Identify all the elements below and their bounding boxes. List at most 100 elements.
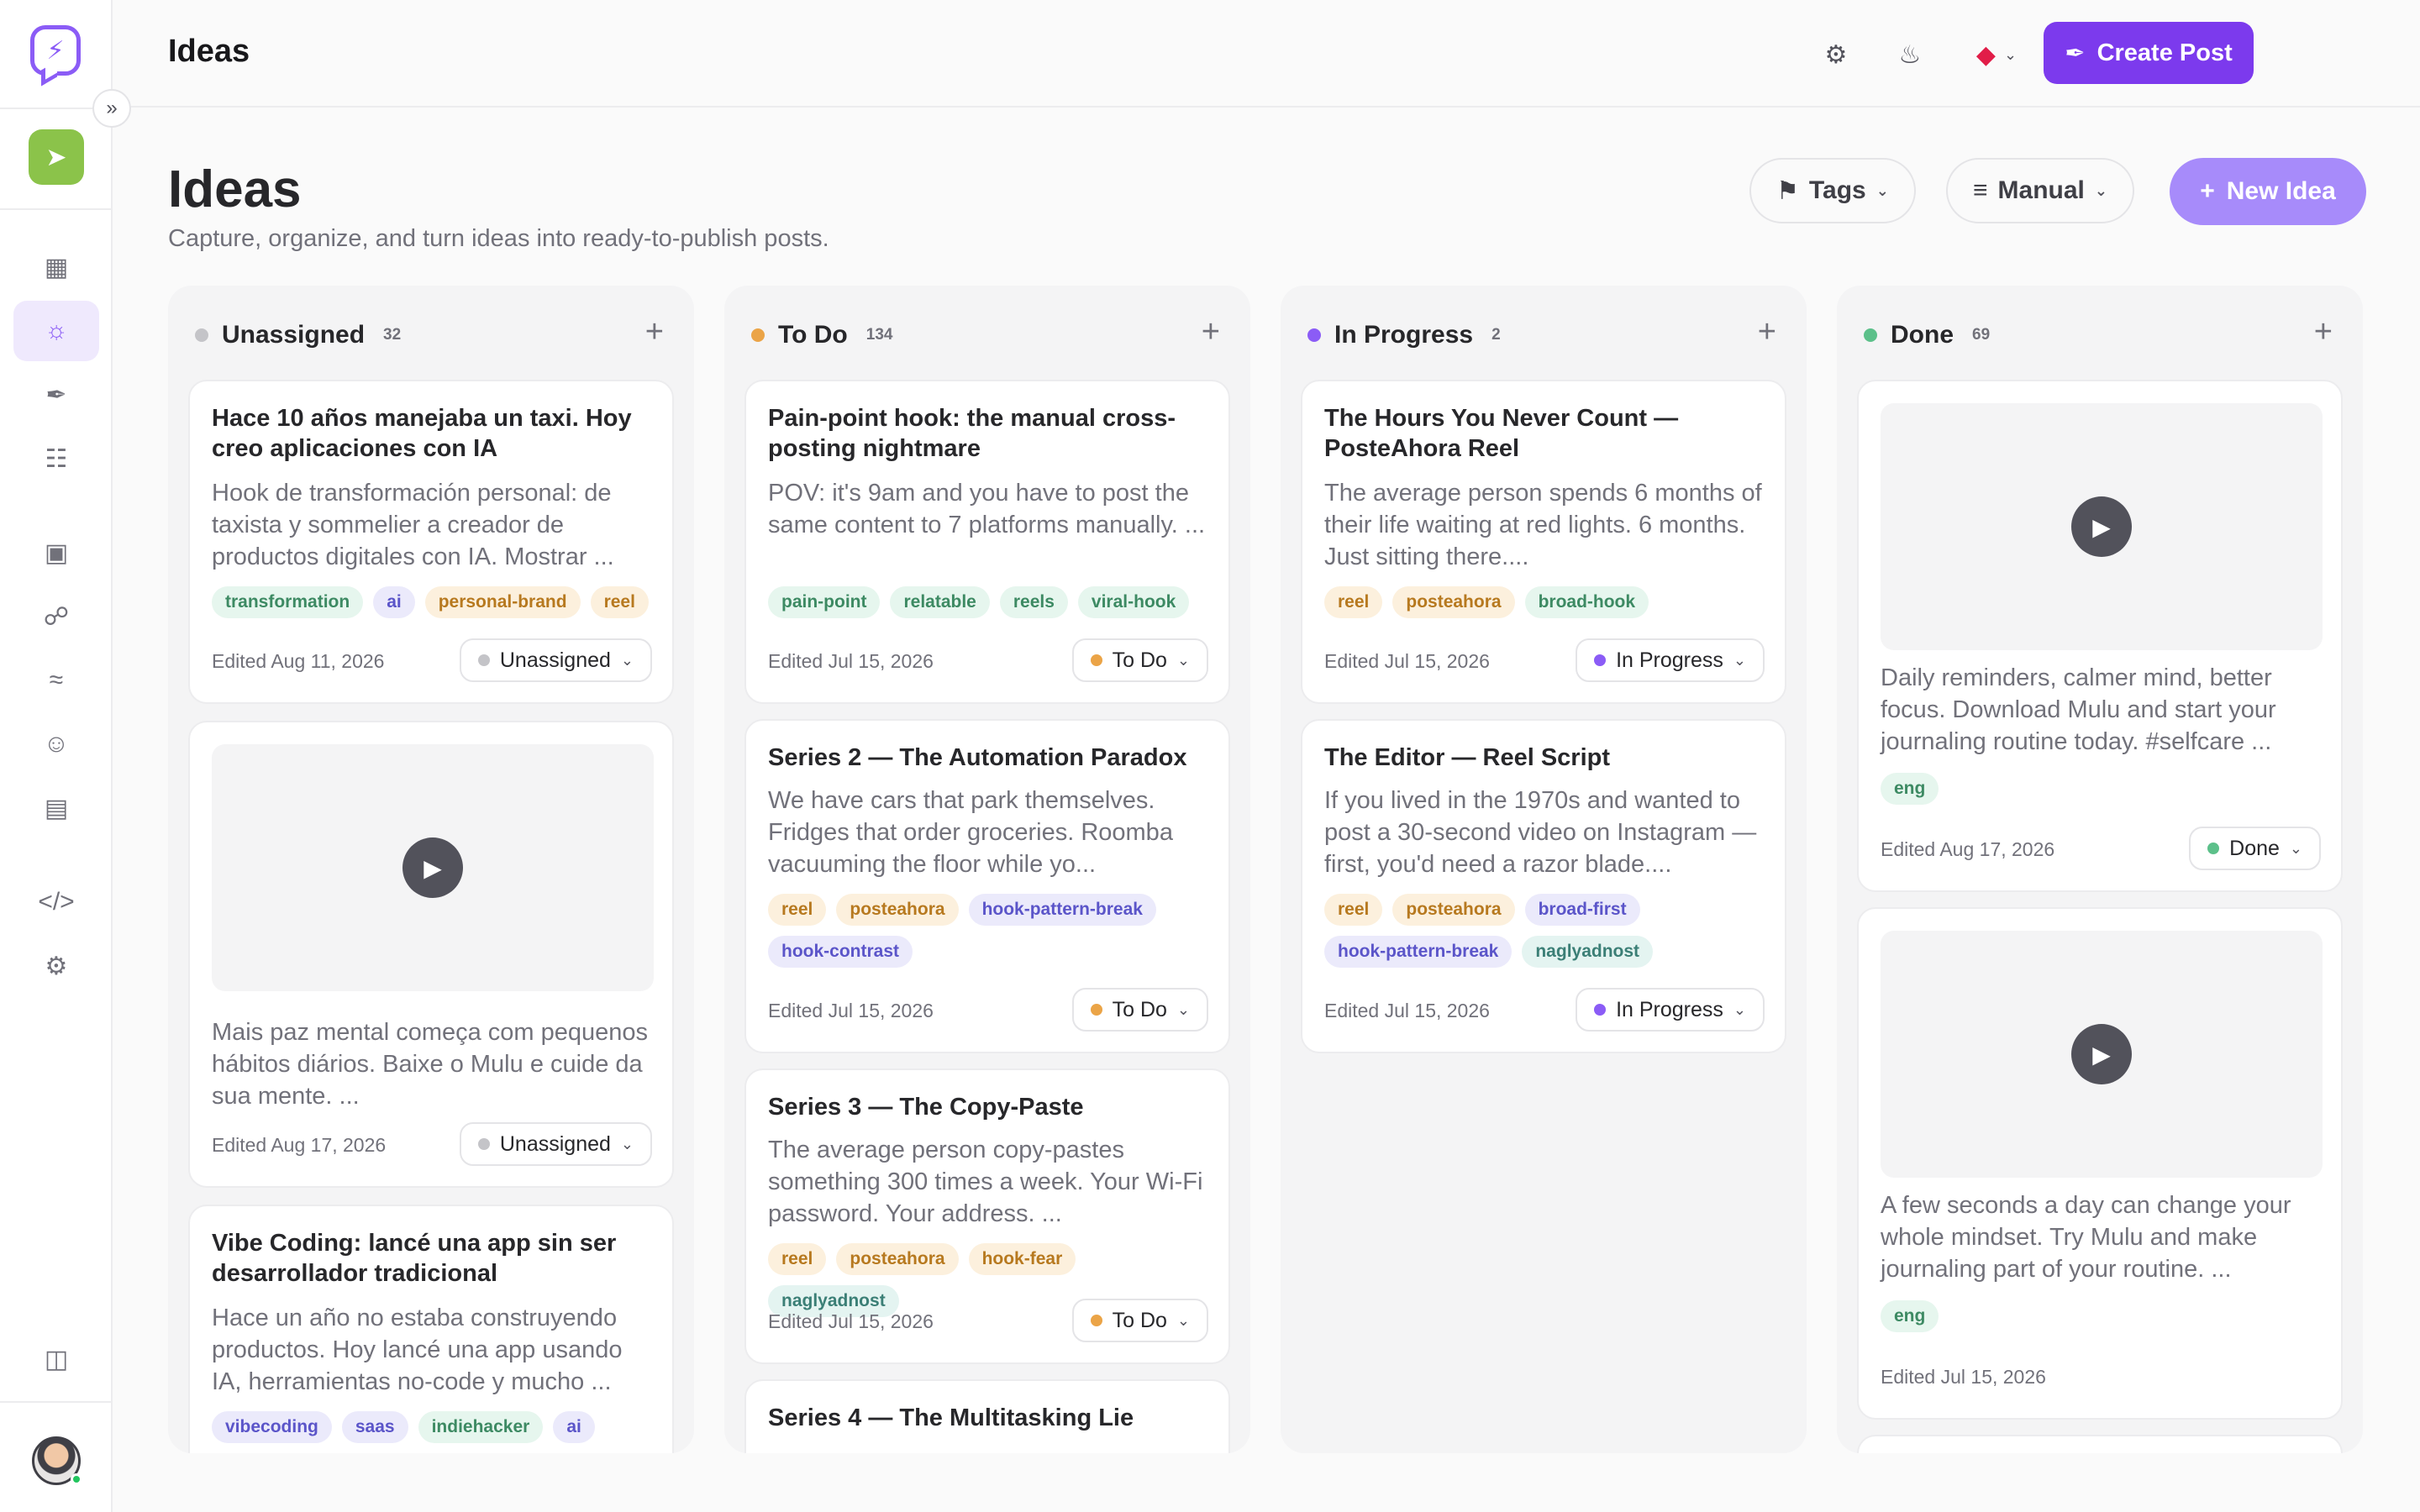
tag[interactable]: posteahora xyxy=(836,1243,959,1275)
analytics-icon[interactable]: ▤ xyxy=(13,778,99,838)
tag[interactable]: pain-point xyxy=(768,586,881,618)
tag[interactable]: vibecoding xyxy=(212,1411,332,1443)
ideas-lightbulb-icon[interactable]: ☼ xyxy=(13,301,99,361)
rss-feed-icon[interactable]: ≈ xyxy=(13,650,99,711)
tag[interactable]: reel xyxy=(768,1243,827,1275)
add-card-icon[interactable]: + xyxy=(645,314,664,350)
bot-icon[interactable]: ⚙ xyxy=(13,936,99,996)
sort-button[interactable]: ≡ Manual ⌄ xyxy=(1946,158,2134,223)
play-icon[interactable]: ▶ xyxy=(2071,1024,2132,1084)
tag[interactable]: saas xyxy=(341,1411,408,1443)
idea-card[interactable] xyxy=(1857,1435,2343,1453)
media-library-icon[interactable]: ▣ xyxy=(13,522,99,583)
calendar-icon[interactable]: ☷ xyxy=(13,428,99,489)
tag[interactable]: hook-fear xyxy=(968,1243,1076,1275)
status-dot xyxy=(1864,328,1877,342)
idea-card[interactable]: ▶ Mais paz mental começa com pequenos há… xyxy=(188,721,674,1188)
create-post-button[interactable]: ✒ Create Post xyxy=(2044,22,2254,84)
bell-icon[interactable]: ♨ xyxy=(1889,34,1931,76)
tags-filter-button[interactable]: ⚑ Tags ⌄ xyxy=(1749,158,1916,223)
tag[interactable]: eng xyxy=(1881,773,1939,805)
tag[interactable]: ai xyxy=(373,586,415,618)
status-dropdown[interactable]: To Do ⌄ xyxy=(1071,638,1208,682)
column-count: 2 xyxy=(1491,326,1501,344)
status-dropdown[interactable]: Done ⌄ xyxy=(2189,827,2321,870)
video-thumbnail[interactable]: ▶ xyxy=(1881,931,2323,1178)
card-tags: pain-point relatable reels viral-hook xyxy=(768,586,1213,618)
tag[interactable]: broad-hook xyxy=(1524,586,1649,618)
tag[interactable]: hook-pattern-break xyxy=(968,894,1156,926)
tag[interactable]: posteahora xyxy=(836,894,959,926)
gift-icon[interactable]: ◫ xyxy=(13,1329,99,1389)
collapse-sidebar-icon[interactable]: » xyxy=(92,89,131,128)
tag[interactable]: indiehacker xyxy=(418,1411,544,1443)
tag[interactable]: posteahora xyxy=(1392,586,1515,618)
chevron-down-icon: ⌄ xyxy=(1733,651,1746,669)
tag[interactable]: hook-pattern-break xyxy=(1324,936,1512,968)
edited-date: Edited Jul 15, 2026 xyxy=(1324,1000,1490,1021)
idea-card[interactable]: The Hours You Never Count — PosteAhora R… xyxy=(1301,380,1786,704)
status-dropdown[interactable]: In Progress ⌄ xyxy=(1576,988,1765,1032)
topbar-title: Ideas xyxy=(168,34,250,69)
tag[interactable]: reel xyxy=(1324,586,1383,618)
rocket-icon[interactable]: ➤ xyxy=(29,129,84,185)
status-label: Done xyxy=(2229,836,2280,860)
idea-card[interactable]: Series 2 — The Automation Paradox We hav… xyxy=(744,719,1230,1053)
page-subtitle: Capture, organize, and turn ideas into r… xyxy=(168,225,829,252)
idea-card[interactable]: Series 4 — The Multitasking Lie xyxy=(744,1379,1230,1453)
dashboard-icon[interactable]: ▦ xyxy=(13,237,99,297)
chevron-down-icon: ⌄ xyxy=(620,1135,634,1152)
add-card-icon[interactable]: + xyxy=(2314,314,2333,350)
column-header: Unassigned 32 xyxy=(195,321,401,349)
idea-card[interactable]: Series 3 — The Copy-Paste The average pe… xyxy=(744,1068,1230,1364)
card-description: We have cars that park themselves. Fridg… xyxy=(768,787,1173,878)
play-icon[interactable]: ▶ xyxy=(402,837,463,898)
tag[interactable]: naglyadnost xyxy=(1522,936,1654,968)
feather-icon[interactable]: ✒ xyxy=(13,365,99,425)
tag[interactable]: relatable xyxy=(890,586,990,618)
code-icon[interactable]: </> xyxy=(13,872,99,932)
status-dropdown[interactable]: Unassigned ⌄ xyxy=(459,1122,652,1166)
status-dropdown[interactable]: In Progress ⌄ xyxy=(1576,638,1765,682)
plus-icon: + xyxy=(2200,177,2215,205)
tag[interactable]: reel xyxy=(768,894,827,926)
status-label: To Do xyxy=(1112,648,1167,672)
bug-icon[interactable]: ⚙ xyxy=(1815,34,1857,76)
add-card-icon[interactable]: + xyxy=(1202,314,1220,350)
tag[interactable]: transformation xyxy=(212,586,364,618)
add-card-icon[interactable]: + xyxy=(1758,314,1776,350)
new-idea-button[interactable]: + New Idea xyxy=(2170,158,2366,225)
idea-card[interactable]: The Editor — Reel Script If you lived in… xyxy=(1301,719,1786,1053)
video-thumbnail[interactable]: ▶ xyxy=(212,744,654,991)
card-tags: transformation ai personal-brand reel xyxy=(212,586,657,618)
status-dot xyxy=(751,328,765,342)
app-logo-icon[interactable]: ⚡ xyxy=(30,25,81,76)
status-dropdown[interactable]: To Do ⌄ xyxy=(1071,1299,1208,1342)
tag[interactable]: eng xyxy=(1881,1300,1939,1332)
tag[interactable]: reel xyxy=(590,586,649,618)
tag[interactable]: posteahora xyxy=(1392,894,1515,926)
card-description: The average person spends 6 months of th… xyxy=(1324,480,1762,570)
idea-card[interactable]: Pain-point hook: the manual cross-postin… xyxy=(744,380,1230,704)
idea-card[interactable]: ▶ A few seconds a day can change your wh… xyxy=(1857,907,2343,1420)
tag[interactable]: hook-contrast xyxy=(768,936,913,968)
status-dot xyxy=(1090,1004,1102,1016)
tag[interactable]: reels xyxy=(999,586,1068,618)
status-dot xyxy=(477,654,490,666)
workspace-switcher[interactable]: ◆ ⌄ xyxy=(1963,34,2030,76)
integrations-icon[interactable]: ☍ xyxy=(13,586,99,647)
play-icon[interactable]: ▶ xyxy=(2071,496,2132,557)
status-dropdown[interactable]: Unassigned ⌄ xyxy=(459,638,652,682)
tag[interactable]: broad-first xyxy=(1524,894,1640,926)
idea-card[interactable]: Hace 10 años manejaba un taxi. Hoy creo … xyxy=(188,380,674,704)
idea-card[interactable]: ▶ Daily reminders, calmer mind, better f… xyxy=(1857,380,2343,892)
video-thumbnail[interactable]: ▶ xyxy=(1881,403,2323,650)
team-icon[interactable]: ☺ xyxy=(13,714,99,774)
status-dropdown[interactable]: To Do ⌄ xyxy=(1071,988,1208,1032)
tag[interactable]: personal-brand xyxy=(424,586,581,618)
tag[interactable]: viral-hook xyxy=(1077,586,1190,618)
idea-card[interactable]: Vibe Coding: lancé una app sin ser desar… xyxy=(188,1205,674,1453)
tag[interactable]: ai xyxy=(553,1411,595,1443)
tag[interactable]: reel xyxy=(1324,894,1383,926)
edited-date: Edited Jul 15, 2026 xyxy=(768,1000,934,1021)
